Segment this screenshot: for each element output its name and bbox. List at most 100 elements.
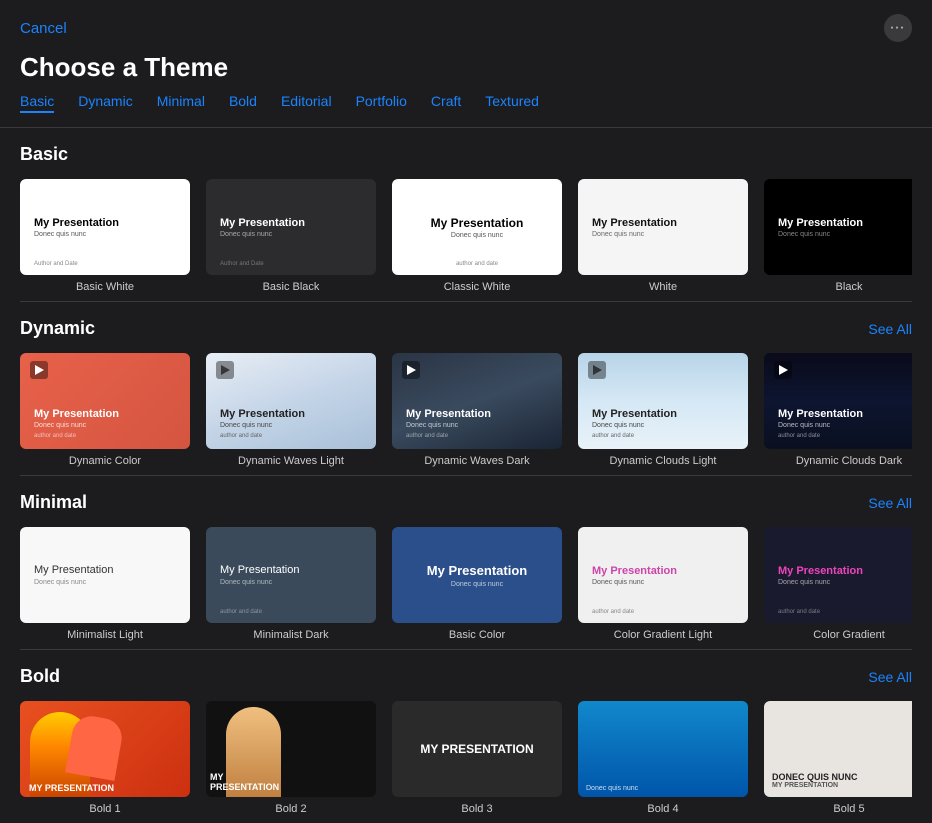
- pres-sub: Donec quis nunc: [451, 232, 503, 239]
- see-all-dynamic[interactable]: See All: [868, 321, 912, 337]
- theme-card-dynamic-clouds-light[interactable]: My Presentation Donec quis nunc author a…: [578, 353, 748, 467]
- theme-label-classic-white: Classic White: [444, 281, 511, 293]
- theme-label-dynamic-color: Dynamic Color: [69, 455, 141, 467]
- theme-label-minimalist-dark: Minimalist Dark: [253, 629, 328, 641]
- bold-theme-grid: MY PRESENTATION Bold 1 MYPRESENTATION Bo…: [20, 701, 912, 815]
- tab-editorial[interactable]: Editorial: [281, 93, 332, 113]
- pres-author: author and date: [456, 261, 498, 267]
- pres-sub: Donec quis nunc: [592, 579, 734, 586]
- cancel-button[interactable]: Cancel: [20, 20, 67, 37]
- thumbnail-dynamic-clouds-dark: My Presentation Donec quis nunc author a…: [764, 353, 912, 449]
- theme-label-bold-4: Bold 4: [647, 803, 678, 815]
- tab-dynamic[interactable]: Dynamic: [78, 93, 132, 113]
- thumbnail-bold-1: MY PRESENTATION: [20, 701, 190, 797]
- theme-label-dynamic-clouds-light: Dynamic Clouds Light: [610, 455, 717, 467]
- theme-card-minimalist-dark[interactable]: My Presentation Donec quis nunc author a…: [206, 527, 376, 641]
- theme-label-bold-3: Bold 3: [461, 803, 492, 815]
- theme-label-bold-1: Bold 1: [89, 803, 120, 815]
- tab-bold[interactable]: Bold: [229, 93, 257, 113]
- play-badge: [774, 361, 792, 379]
- theme-card-color-gradient-light[interactable]: My Presentation Donec quis nunc author a…: [578, 527, 748, 641]
- section-dynamic: Dynamic See All My Presentation Donec qu…: [0, 302, 932, 475]
- pres-title: My Presentation: [34, 408, 176, 420]
- pres-sub: Donec quis nunc: [34, 231, 176, 238]
- pres-author: author and date: [406, 433, 548, 439]
- play-badge: [30, 361, 48, 379]
- pres-sub: Donec quis nunc: [778, 579, 912, 586]
- theme-card-basic-color[interactable]: My Presentation Donec quis nunc Basic Co…: [392, 527, 562, 641]
- theme-card-bold-3[interactable]: MY PRESENTATION Bold 3: [392, 701, 562, 815]
- theme-card-bold-2[interactable]: MYPRESENTATION Bold 2: [206, 701, 376, 815]
- theme-card-classic-white[interactable]: My Presentation Donec quis nunc author a…: [392, 179, 562, 293]
- tab-textured[interactable]: Textured: [485, 93, 539, 113]
- tab-bar: Basic Dynamic Minimal Bold Editorial Por…: [0, 93, 932, 128]
- theme-card-white[interactable]: My Presentation Donec quis nunc White: [578, 179, 748, 293]
- section-basic-title: Basic: [20, 144, 68, 165]
- pres-sub: Donec quis nunc: [451, 581, 503, 588]
- thumbnail-black: My Presentation Donec quis nunc: [764, 179, 912, 275]
- pres-sub: Donec quis nunc: [34, 579, 176, 586]
- tab-craft[interactable]: Craft: [431, 93, 461, 113]
- section-basic: Basic My Presentation Donec quis nunc Au…: [0, 128, 932, 301]
- pres-title: My Presentation: [34, 217, 176, 229]
- theme-label-basic-color: Basic Color: [449, 629, 505, 641]
- section-bold: Bold See All MY PRESENTATION Bold 1 MYPR…: [0, 650, 932, 823]
- section-minimal: Minimal See All My Presentation Donec qu…: [0, 476, 932, 649]
- thumbnail-color-gradient-light: My Presentation Donec quis nunc author a…: [578, 527, 748, 623]
- pres-author: Author and Date: [220, 261, 264, 267]
- section-minimal-header: Minimal See All: [20, 492, 912, 513]
- pres-sub: Donec quis nunc: [34, 422, 176, 429]
- theme-card-dynamic-waves-light[interactable]: My Presentation Donec quis nunc author a…: [206, 353, 376, 467]
- theme-card-bold-4[interactable]: Donec quis nunc Bold 4: [578, 701, 748, 815]
- theme-card-dynamic-waves-dark[interactable]: My Presentation Donec quis nunc author a…: [392, 353, 562, 467]
- thumbnail-bold-4: Donec quis nunc: [578, 701, 748, 797]
- theme-card-minimalist-light[interactable]: My Presentation Donec quis nunc Minimali…: [20, 527, 190, 641]
- more-button[interactable]: ●●●: [884, 14, 912, 42]
- thumbnail-dynamic-clouds-light: My Presentation Donec quis nunc author a…: [578, 353, 748, 449]
- pres-title: My Presentation: [220, 217, 362, 229]
- pres-title: My Presentation: [431, 216, 524, 230]
- theme-card-color-gradient[interactable]: My Presentation Donec quis nunc author a…: [764, 527, 912, 641]
- play-icon: [35, 365, 44, 375]
- pres-title: My Presentation: [220, 408, 362, 420]
- pres-title: My Presentation: [592, 408, 734, 420]
- pres-author: Author and Date: [34, 261, 78, 267]
- thumbnail-basic-black: My Presentation Donec quis nunc Author a…: [206, 179, 376, 275]
- pres-author: author and date: [220, 609, 262, 615]
- theme-card-dynamic-clouds-dark[interactable]: My Presentation Donec quis nunc author a…: [764, 353, 912, 467]
- theme-card-black[interactable]: My Presentation Donec quis nunc Black: [764, 179, 912, 293]
- pres-author: author and date: [220, 433, 362, 439]
- theme-card-bold-5[interactable]: DONEC QUIS NUNC MY PRESENTATION Bold 5: [764, 701, 912, 815]
- play-badge: [588, 361, 606, 379]
- play-icon: [407, 365, 416, 375]
- play-badge: [216, 361, 234, 379]
- section-minimal-title: Minimal: [20, 492, 87, 513]
- thumbnail-dynamic-waves-light: My Presentation Donec quis nunc author a…: [206, 353, 376, 449]
- tab-basic[interactable]: Basic: [20, 93, 54, 113]
- pres-title: My Presentation: [592, 565, 734, 577]
- theme-card-basic-white[interactable]: My Presentation Donec quis nunc Author a…: [20, 179, 190, 293]
- see-all-minimal[interactable]: See All: [868, 495, 912, 511]
- thumbnail-bold-3: MY PRESENTATION: [392, 701, 562, 797]
- pres-title: My Presentation: [778, 408, 912, 420]
- theme-card-dynamic-color[interactable]: My Presentation Donec quis nunc author a…: [20, 353, 190, 467]
- theme-card-basic-black[interactable]: My Presentation Donec quis nunc Author a…: [206, 179, 376, 293]
- pres-sub: Donec quis nunc: [406, 422, 548, 429]
- tab-portfolio[interactable]: Portfolio: [356, 93, 407, 113]
- see-all-bold[interactable]: See All: [868, 669, 912, 685]
- theme-label-color-gradient-light: Color Gradient Light: [614, 629, 712, 641]
- theme-label-white: White: [649, 281, 677, 293]
- pres-author: author and date: [778, 433, 912, 439]
- thumbnail-bold-5: DONEC QUIS NUNC MY PRESENTATION: [764, 701, 912, 797]
- tab-minimal[interactable]: Minimal: [157, 93, 205, 113]
- section-dynamic-title: Dynamic: [20, 318, 95, 339]
- theme-label-minimalist-light: Minimalist Light: [67, 629, 143, 641]
- play-badge: [402, 361, 420, 379]
- theme-label-basic-black: Basic Black: [263, 281, 320, 293]
- pres-sub: Donec quis nunc: [778, 422, 912, 429]
- theme-label-dynamic-clouds-dark: Dynamic Clouds Dark: [796, 455, 902, 467]
- play-icon: [779, 365, 788, 375]
- theme-card-bold-1[interactable]: MY PRESENTATION Bold 1: [20, 701, 190, 815]
- thumbnail-basic-white: My Presentation Donec quis nunc Author a…: [20, 179, 190, 275]
- thumbnail-white: My Presentation Donec quis nunc: [578, 179, 748, 275]
